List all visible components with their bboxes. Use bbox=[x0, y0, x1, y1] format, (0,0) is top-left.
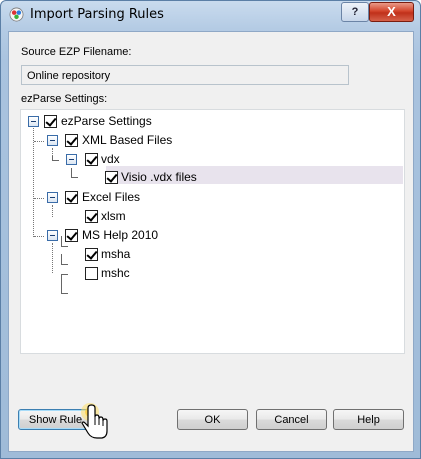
tree-node-label: Visio .vdx files bbox=[121, 170, 197, 184]
tree-node-label: MS Help 2010 bbox=[82, 228, 159, 242]
tree-node-visio-vdx-files[interactable]: Visio .vdx files bbox=[21, 169, 401, 187]
tree-node-xlsm[interactable]: xlsm bbox=[21, 208, 401, 226]
collapse-icon[interactable] bbox=[66, 154, 77, 165]
checkbox-ezparse-settings[interactable] bbox=[44, 115, 57, 128]
settings-tree[interactable]: ezParse Settings XML Based Files vdx Vis… bbox=[20, 109, 405, 354]
tree-node-label: xlsm bbox=[101, 209, 126, 223]
tree-node-mshc[interactable]: mshc bbox=[21, 265, 401, 283]
checkbox-excel-files[interactable] bbox=[65, 191, 78, 204]
hand-cursor-icon bbox=[81, 403, 108, 439]
source-filename-field[interactable]: Online repository bbox=[21, 65, 349, 85]
checkbox-mshc[interactable] bbox=[85, 267, 98, 280]
close-button[interactable]: X bbox=[369, 2, 414, 22]
checkbox-msha[interactable] bbox=[85, 248, 98, 261]
tree-node-ms-help-2010[interactable]: MS Help 2010 bbox=[21, 227, 401, 245]
cancel-button[interactable]: Cancel bbox=[256, 409, 327, 430]
tree-node-msha[interactable]: msha bbox=[21, 246, 401, 264]
tree-node-vdx[interactable]: vdx bbox=[21, 151, 401, 169]
app-icon bbox=[9, 7, 24, 22]
tree-node-ezparse-settings[interactable]: ezParse Settings bbox=[21, 113, 401, 131]
source-filename-label: Source EZP Filename: bbox=[21, 46, 132, 58]
dialog-window: Import Parsing Rules ? X Source EZP File… bbox=[0, 0, 421, 459]
tree-node-label: Excel Files bbox=[82, 190, 141, 204]
checkbox-ms-help-2010[interactable] bbox=[65, 229, 78, 242]
tree-line bbox=[61, 293, 68, 294]
help-title-button[interactable]: ? bbox=[341, 2, 369, 22]
collapse-icon[interactable] bbox=[28, 116, 39, 127]
tree-node-label: msha bbox=[101, 247, 131, 261]
window-title: Import Parsing Rules bbox=[30, 7, 164, 22]
checkbox-visio-vdx-files[interactable] bbox=[105, 171, 118, 184]
ok-button[interactable]: OK bbox=[177, 409, 248, 430]
checkbox-xml-based-files[interactable] bbox=[65, 134, 78, 147]
collapse-icon[interactable] bbox=[47, 230, 58, 241]
tree-node-excel-files[interactable]: Excel Files bbox=[21, 189, 401, 207]
ezparse-settings-label: ezParse Settings: bbox=[21, 93, 108, 105]
tree-node-label: mshc bbox=[101, 266, 130, 280]
collapse-icon[interactable] bbox=[47, 192, 58, 203]
tree-node-label: ezParse Settings bbox=[61, 114, 152, 128]
close-icon: X bbox=[387, 4, 396, 19]
collapse-icon[interactable] bbox=[47, 135, 58, 146]
checkbox-vdx[interactable] bbox=[85, 153, 98, 166]
tree-node-label: XML Based Files bbox=[82, 133, 173, 147]
tree-node-xml-based-files[interactable]: XML Based Files bbox=[21, 132, 401, 150]
tree-node-label: vdx bbox=[101, 152, 120, 166]
question-icon: ? bbox=[351, 6, 359, 18]
checkbox-xlsm[interactable] bbox=[85, 210, 98, 223]
dialog-client: Source EZP Filename: Online repository e… bbox=[8, 31, 414, 452]
title-bar[interactable]: Import Parsing Rules ? X bbox=[1, 1, 420, 29]
help-button[interactable]: Help bbox=[333, 409, 404, 430]
